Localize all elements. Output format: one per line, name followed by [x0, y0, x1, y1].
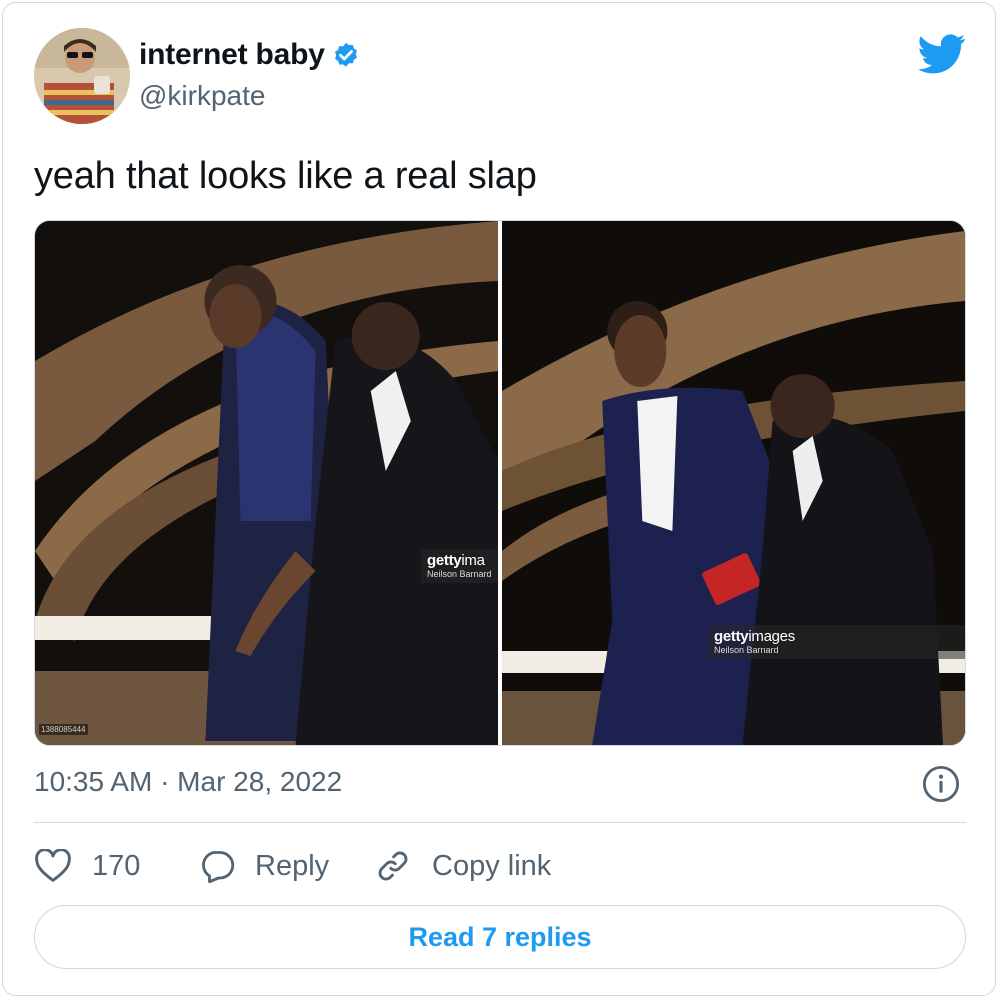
watermark: gettyimages Neilson Barnard [708, 625, 965, 659]
author-display-name-row[interactable]: internet baby [139, 38, 361, 72]
like-count: 170 [92, 849, 141, 882]
tweet-text: yeah that looks like a real slap [34, 155, 537, 197]
read-replies-button[interactable]: Read 7 replies [34, 905, 966, 969]
avatar[interactable] [34, 28, 130, 124]
media-grid: gettyima Neilson Barnard 1388085444 gett… [34, 220, 966, 746]
speech-bubble-icon [202, 851, 235, 883]
action-bar: 170 Reply Copy link [34, 840, 551, 892]
reply-label: Reply [255, 849, 330, 882]
verified-badge-icon [331, 39, 361, 71]
photo-1[interactable]: gettyima Neilson Barnard 1388085444 [35, 221, 498, 745]
copy-link-label: Copy link [432, 849, 552, 882]
divider [34, 822, 966, 823]
like-button[interactable]: 170 [34, 849, 199, 883]
photo-id-label: 1388085444 [39, 724, 88, 735]
author-handle[interactable]: @kirkpate [139, 80, 265, 112]
watermark: gettyima Neilson Barnard [421, 549, 498, 583]
photo-2[interactable]: gettyimages Neilson Barnard [502, 221, 965, 745]
link-icon [378, 851, 408, 881]
info-icon[interactable] [922, 765, 960, 803]
reply-button[interactable]: Reply [199, 849, 374, 883]
heart-icon [35, 849, 71, 882]
twitter-bird-icon[interactable] [918, 34, 966, 74]
tweet-timestamp[interactable]: 10:35 AM · Mar 28, 2022 [34, 766, 342, 798]
author-display-name[interactable]: internet baby [139, 38, 325, 72]
copy-link-button[interactable]: Copy link [374, 848, 551, 884]
